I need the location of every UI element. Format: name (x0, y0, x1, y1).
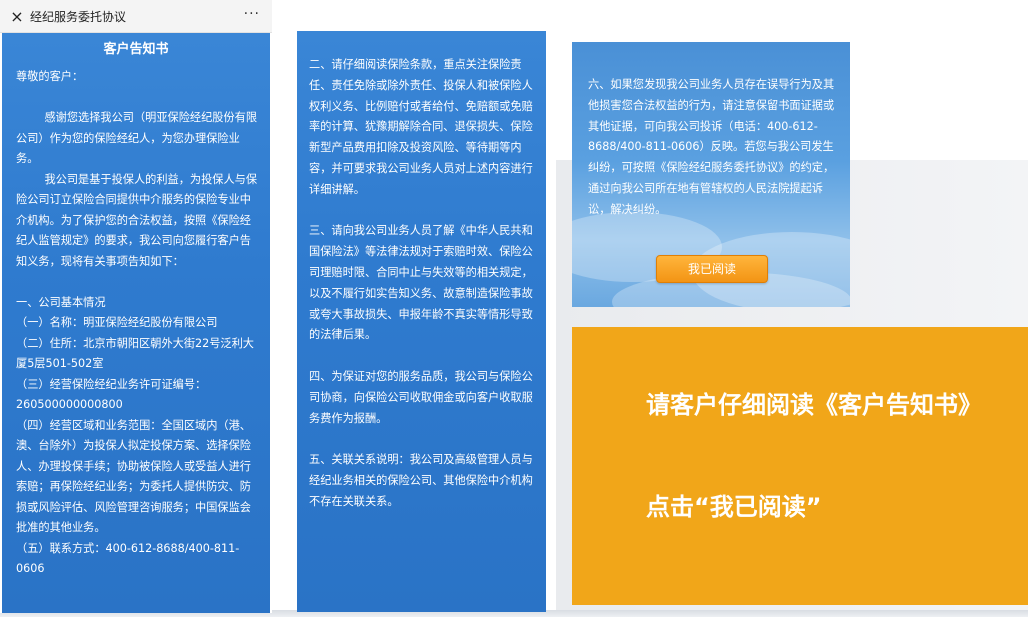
phone-screen-1: × 经纪服务委托协议 ··· 客户告知书 尊敬的客户： 感谢您选择我公司（明亚保… (0, 0, 272, 613)
close-icon[interactable]: × (4, 7, 30, 26)
notice-text-3: 六、如果您发现我公司业务人员存在误导行为及其他损害您合法权益的行为，请注意保留书… (588, 75, 838, 221)
notice-text-2: 二、请仔细阅读保险条款，重点关注保险责任、责任免除或除外责任、投保人和被保险人权… (309, 55, 535, 513)
greeting: 尊敬的客户： (16, 70, 84, 83)
instruction-callout: 请客户仔细阅读《客户告知书》 点击“我已阅读” (572, 327, 1028, 605)
window-title: 经纪服务委托协议 (30, 9, 127, 24)
clause-two: 二、请仔细阅读保险条款，重点关注保险责任、责任免除或除外责任、投保人和被保险人权… (309, 58, 533, 196)
clause-four: 四、为保证对您的服务品质，我公司与保险公司协商，向保险公司收取佣金或向客户收取服… (309, 369, 533, 425)
more-icon[interactable]: ··· (244, 6, 260, 22)
business-scope: （四）经营区域和业务范围：全国区域内（港、澳、台除外）为投保人拟定投保方案、选择… (16, 418, 251, 535)
notice-text-1: 尊敬的客户： 感谢您选择我公司（明亚保险经纪股份有限公司）作为您的保险经纪人，为… (16, 67, 260, 580)
notice-content-page-3: 六、如果您发现我公司业务人员存在误导行为及其他损害您合法权益的行为，请注意保留书… (572, 42, 850, 307)
contact-info: （五）联系方式：400-612-8688/400-811-0606 (16, 541, 240, 576)
read-confirm-button[interactable]: 我已阅读 (656, 255, 768, 283)
clause-three: 三、请向我公司业务人员了解《中华人民共和国保险法》等法律法规对于索赔时效、保险公… (309, 224, 533, 342)
company-address: （二）住所：北京市朝阳区朝外大街22号泛利大厦5层501-502室 (16, 336, 254, 371)
clause-five: 五、关联关系说明：我公司及高级管理人员与经纪业务相关的保险公司、其他保险中介机构… (309, 453, 533, 508)
purpose-paragraph: 我公司是基于投保人的利益，为投保人与保险公司订立保险合同提供中介服务的保险专业中… (16, 172, 258, 268)
instruction-line-2: 点击“我已阅读” (646, 493, 822, 521)
window-titlebar: × 经纪服务委托协议 ··· (0, 0, 272, 33)
doc-title: 客户告知书 (103, 42, 169, 57)
section-heading: 一、公司基本情况 (16, 295, 106, 309)
intro-paragraph: 感谢您选择我公司（明亚保险经纪股份有限公司）作为您的保险经纪人，为您办理保险业务… (16, 111, 258, 165)
company-name: （一）名称：明亚保险经纪股份有限公司 (16, 316, 218, 329)
notice-content-page-2: 二、请仔细阅读保险条款，重点关注保险责任、责任免除或除外责任、投保人和被保险人权… (297, 31, 546, 612)
notice-content-page-1: 客户告知书 尊敬的客户： 感谢您选择我公司（明亚保险经纪股份有限公司）作为您的保… (2, 33, 270, 613)
license-number: （三）经营保险经纪业务许可证编号：260500000000800 (16, 377, 207, 412)
clause-six: 六、如果您发现我公司业务人员存在误导行为及其他损害您合法权益的行为，请注意保留书… (588, 78, 835, 216)
instruction-line-1: 请客户仔细阅读《客户告知书》 (646, 391, 982, 419)
